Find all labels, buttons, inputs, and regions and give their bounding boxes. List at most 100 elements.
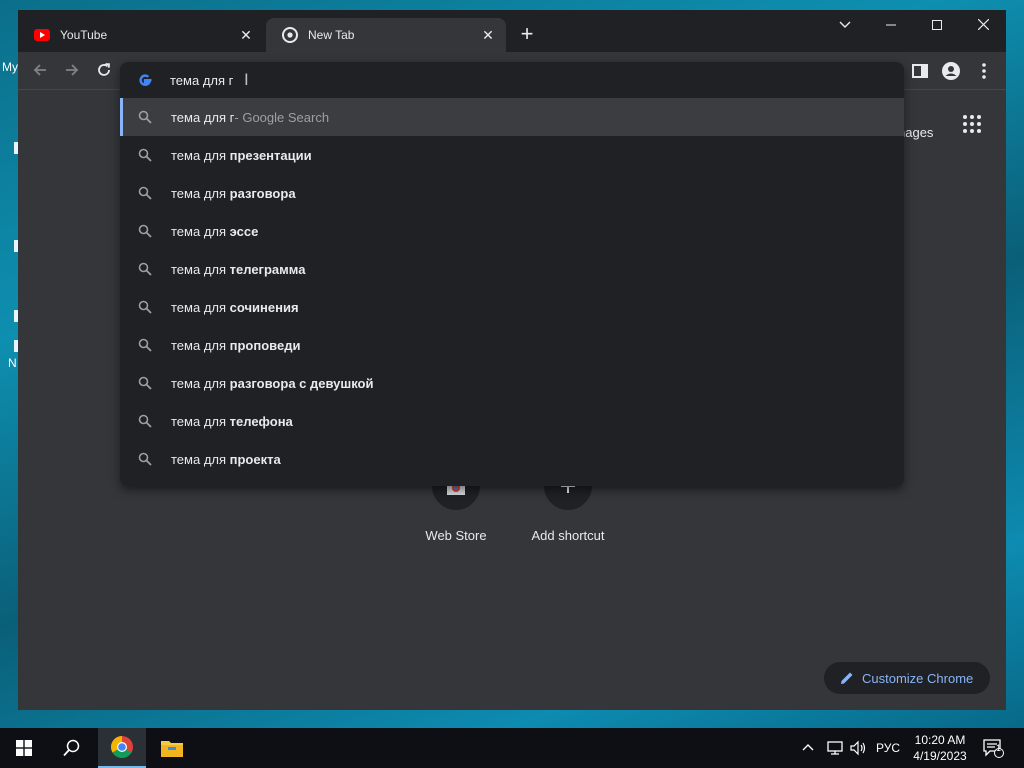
suggestion-completion: презентации xyxy=(229,147,312,163)
shortcut-label: Add shortcut xyxy=(531,528,605,543)
clock-time: 10:20 AM xyxy=(914,733,966,747)
reload-button[interactable] xyxy=(92,60,116,84)
omnibox-suggestion[interactable]: тема для разговора с девушкой xyxy=(120,364,904,402)
taskbar-file-explorer[interactable] xyxy=(148,728,196,768)
close-icon[interactable]: ✕ xyxy=(238,27,254,43)
omnibox-suggestion[interactable]: тема для телефона xyxy=(120,402,904,440)
language-indicator: РУС xyxy=(876,741,901,755)
minimize-button[interactable] xyxy=(868,10,914,40)
close-icon[interactable]: ✕ xyxy=(480,27,496,43)
chevron-up-icon xyxy=(802,744,814,751)
omnibox-input[interactable] xyxy=(170,72,770,88)
suggestion-prefix: тема для xyxy=(171,337,230,353)
tab-title: New Tab xyxy=(308,28,355,42)
suggestion-prefix: тема для xyxy=(171,299,230,315)
suggestion-completion: эссе xyxy=(229,223,259,239)
omnibox-suggestion[interactable]: тема для проекта xyxy=(120,440,904,478)
search-icon xyxy=(138,262,152,276)
tab-title: YouTube xyxy=(60,28,108,42)
search-icon xyxy=(138,338,152,352)
maximize-icon xyxy=(932,20,942,30)
minimize-icon xyxy=(886,24,896,26)
suggestion-suffix: - Google Search xyxy=(234,109,330,125)
chrome-icon xyxy=(111,736,133,758)
omnibox-suggestion[interactable]: тема для проповеди xyxy=(120,326,904,364)
suggestion-prefix: тема для xyxy=(171,223,230,239)
taskbar: РУС 10:20 AM 4/19/2023 1 xyxy=(0,728,1024,768)
suggestion-completion: разговора с девушкой xyxy=(229,375,374,391)
search-icon xyxy=(138,300,152,314)
network-tray-button[interactable] xyxy=(826,728,844,768)
apps-grid-icon[interactable] xyxy=(962,114,982,134)
shortcut-label: Web Store xyxy=(425,528,487,543)
desktop-label-fragment: My xyxy=(2,60,18,74)
omnibox-suggestion[interactable]: тема для сочинения xyxy=(120,288,904,326)
new-tab-button[interactable]: + xyxy=(516,23,538,46)
search-icon xyxy=(138,224,152,238)
suggestion-completion: разговора xyxy=(229,185,296,201)
action-center-button[interactable]: 1 xyxy=(982,728,1004,768)
suggestion-completion: телеграмма xyxy=(229,261,306,277)
input-language-button[interactable]: РУС xyxy=(876,728,900,768)
windows-icon xyxy=(16,740,32,756)
suggestion-prefix: тема для xyxy=(171,261,230,277)
suggestion-completion: проповеди xyxy=(229,337,301,353)
omnibox-suggestion[interactable]: тема для презентации xyxy=(120,136,904,174)
omnibox-dropdown: I тема для г - Google Search тема для пр… xyxy=(120,62,904,486)
show-hidden-icons-button[interactable] xyxy=(802,728,814,768)
profile-button[interactable] xyxy=(941,61,963,83)
back-button[interactable] xyxy=(28,60,52,84)
search-icon xyxy=(138,186,152,200)
menu-button[interactable] xyxy=(974,61,996,83)
suggestion-text: тема для г xyxy=(171,109,235,125)
tab-strip: YouTube ✕ New Tab ✕ + xyxy=(18,10,1006,52)
search-icon xyxy=(138,148,152,162)
close-window-button[interactable] xyxy=(960,10,1006,40)
search-icon xyxy=(138,414,152,428)
tab-youtube[interactable]: YouTube ✕ xyxy=(18,18,264,52)
desktop-label-fragment: N xyxy=(8,356,17,370)
search-icon xyxy=(138,452,152,466)
pencil-icon xyxy=(841,672,853,684)
tab-new-tab[interactable]: New Tab ✕ xyxy=(266,18,506,52)
customize-chrome-button[interactable]: Customize Chrome xyxy=(824,662,990,694)
clock[interactable]: 10:20 AM 4/19/2023 xyxy=(910,732,970,764)
search-icon xyxy=(63,739,80,757)
close-icon xyxy=(977,18,989,31)
tab-search-button[interactable] xyxy=(822,10,868,40)
start-button[interactable] xyxy=(0,728,48,768)
arrow-left-icon xyxy=(33,64,46,76)
folder-icon xyxy=(161,741,183,757)
more-vert-icon xyxy=(982,63,986,79)
omnibox-suggestion-search[interactable]: тема для г - Google Search xyxy=(120,98,904,136)
suggestion-prefix: тема для xyxy=(171,375,230,391)
omnibox-suggestion[interactable]: тема для телеграмма xyxy=(120,250,904,288)
side-panel-icon xyxy=(912,64,928,78)
suggestion-prefix: тема для xyxy=(171,147,230,163)
side-panel-button[interactable] xyxy=(910,61,932,83)
customize-label: Customize Chrome xyxy=(862,670,974,686)
maximize-button[interactable] xyxy=(914,10,960,40)
suggestion-completion: проекта xyxy=(229,451,281,467)
suggestion-prefix: тема для xyxy=(171,451,230,467)
forward-button[interactable] xyxy=(60,60,84,84)
chrome-icon xyxy=(282,27,298,43)
google-icon xyxy=(139,74,152,86)
chrome-window: YouTube ✕ New Tab ✕ + nages Web Store Ad… xyxy=(18,10,1006,710)
youtube-icon xyxy=(34,29,50,41)
text-cursor-icon: I xyxy=(244,70,249,89)
search-icon xyxy=(138,376,152,390)
reload-icon xyxy=(98,63,110,76)
volume-tray-button[interactable] xyxy=(850,728,868,768)
chevron-down-icon xyxy=(839,21,851,28)
network-icon xyxy=(827,741,843,755)
omnibox-suggestion[interactable]: тема для разговора xyxy=(120,174,904,212)
arrow-right-icon xyxy=(66,64,79,76)
search-button[interactable] xyxy=(48,728,96,768)
notification-count: 1 xyxy=(996,743,1002,753)
suggestion-prefix: тема для xyxy=(171,413,230,429)
suggestion-completion: сочинения xyxy=(229,299,299,315)
omnibox-suggestion[interactable]: тема для эссе xyxy=(120,212,904,250)
omnibox xyxy=(120,62,904,98)
taskbar-chrome[interactable] xyxy=(98,728,146,768)
